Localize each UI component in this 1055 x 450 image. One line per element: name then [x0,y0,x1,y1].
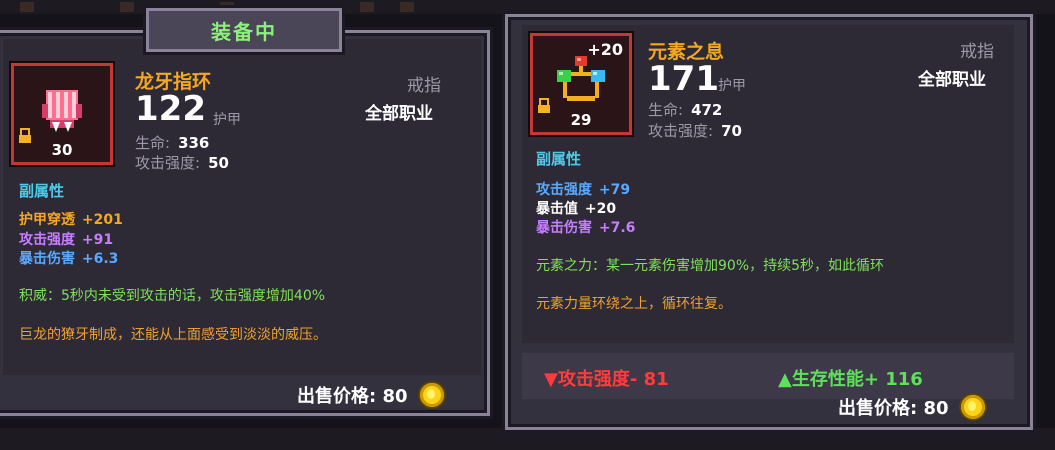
sell-price: 出售价格: 80 [838,394,985,420]
passive-effect: 积威：5秒内未受到攻击的话，攻击强度增加40% [19,288,326,304]
item-icon-frame[interactable]: +20 29 [530,33,632,135]
substat-label: 攻击强度 [19,232,75,248]
passive-effect: 元素之力：某一元素伤害增加90%，持续5秒，如此循环 [536,258,885,274]
substat-value: +6.3 [81,251,119,267]
item-level: 29 [570,111,592,129]
compare-up: ▲生存性能+ 116 [778,369,923,390]
substat-row: 攻击强度 +79 [536,179,630,199]
substat-label: 暴击伤害 [19,251,75,267]
class-restriction: 全部职业 [365,104,433,124]
armor-unit: 护甲 [718,78,746,94]
base-stat-attack: 攻击强度: 70 [648,120,742,141]
substat-value: +91 [81,232,114,248]
substat-row: 攻击强度 +91 [19,229,113,249]
substat-label: 攻击强度 [536,182,592,198]
substats-title: 副属性 [19,182,65,200]
background-inventory-strip-bottom [0,428,1055,450]
stat-label: 攻击强度: [648,122,714,140]
comparison-item-tooltip: +20 29 元素之息 171 护甲 戒指 全部职业 生命: 472 攻击强度: 7… [505,14,1033,430]
armor-value: 122 [135,89,206,129]
substat-row: 暴击伤害 +7.6 [536,217,635,237]
flavor-text: 巨龙的獠牙制成，还能从上面感受到淡淡的威压。 [19,327,327,343]
stat-value: 50 [208,154,229,172]
stat-label: 生命: [135,134,171,152]
sell-price-label: 出售价格: 80 [297,386,408,407]
armor-unit: 护甲 [213,112,241,128]
item-type: 戒指 [960,42,994,62]
compare-down: ▼攻击强度- 81 [544,369,669,390]
base-stat-hp: 生命: 336 [135,132,209,153]
substat-value: +79 [598,182,631,198]
sell-price-label: 出售价格: 80 [838,398,949,419]
substat-label: 护甲穿透 [19,212,75,228]
substat-value: +20 [584,201,617,217]
item-type: 戒指 [407,76,441,96]
stat-value: 336 [178,134,210,152]
armor-value: 171 [648,59,719,99]
substats-title: 副属性 [536,150,582,168]
stat-value: 70 [721,122,742,140]
equipped-label: 装备中 [211,19,277,44]
stat-label: 攻击强度: [135,154,201,172]
equipped-item-tooltip: 30 龙牙指环 122 护甲 戒指 全部职业 生命: 336 攻击强度: 50 副属… [0,30,490,416]
equipped-tab: 装备中 [146,8,342,52]
gold-coin-icon [960,395,985,419]
stat-label: 生命: [648,101,684,119]
gold-coin-icon [419,383,444,407]
flavor-text: 元素力量环绕之上，循环往复。 [536,296,732,312]
stat-value: 472 [691,101,723,119]
sell-price: 出售价格: 80 [297,382,444,408]
base-stat-attack: 攻击强度: 50 [135,152,229,173]
base-stat-hp: 生命: 472 [648,99,722,120]
class-restriction: 全部职业 [918,70,986,90]
substat-row: 暴击伤害 +6.3 [19,248,118,268]
substat-row: 护甲穿透 +201 [19,209,123,229]
substat-row: 暴击值 +20 [536,198,616,218]
item-icon-frame[interactable]: 30 [11,63,113,165]
substat-value: +201 [81,212,123,228]
substat-label: 暴击值 [536,201,578,217]
substat-label: 暴击伤害 [536,220,592,236]
upgrade-level: +20 [587,40,623,59]
substat-value: +7.6 [598,220,636,236]
item-level: 30 [51,141,73,159]
stat-comparison-bar: ▼攻击强度- 81 ▲生存性能+ 116 [522,353,1014,399]
